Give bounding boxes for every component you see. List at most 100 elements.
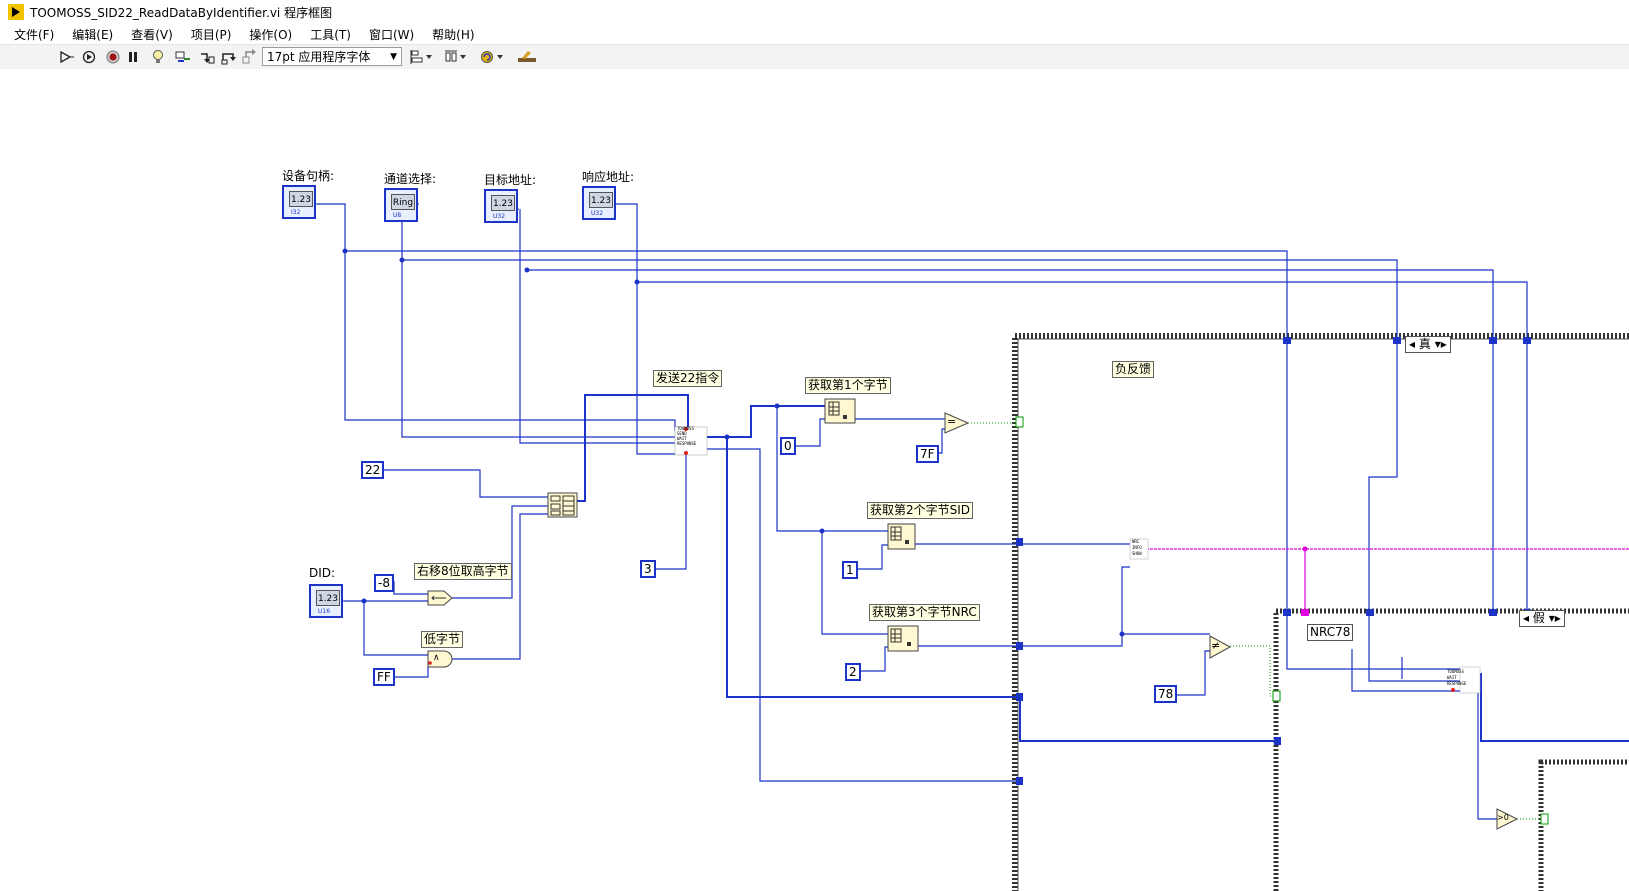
terminal-response: RESPONSE xyxy=(677,441,697,446)
menu-edit[interactable]: 编辑(E) xyxy=(72,26,113,43)
string-tunnel xyxy=(1301,609,1309,616)
label-response-address: 响应地址: xyxy=(582,170,635,184)
clean-up-diagram-icon[interactable] xyxy=(516,48,538,66)
constant-22[interactable]: 22 xyxy=(361,461,385,479)
menu-operate[interactable]: 操作(O) xyxy=(249,26,292,43)
font-select-value: 17pt 应用程序字体 xyxy=(267,50,371,64)
index-array-node-3[interactable] xyxy=(887,625,919,652)
channel-select-control[interactable]: Ring U8 xyxy=(384,188,418,222)
run-continuously-icon[interactable] xyxy=(80,48,98,66)
note-negative-feedback: 负反馈 xyxy=(1112,361,1155,378)
type-badge: U8 xyxy=(393,212,402,219)
index-array-node-1[interactable] xyxy=(824,398,856,424)
constant-78[interactable]: 78 xyxy=(1154,685,1178,703)
menu-view[interactable]: 查看(V) xyxy=(131,26,173,43)
numeric-display: 1.23 xyxy=(589,192,613,208)
boolean-wires xyxy=(968,422,1545,820)
block-diagram-canvas[interactable]: 设备句柄: 1.23 I32 通道选择: Ring U8 目标地址: 1.23 … xyxy=(0,69,1629,891)
abort-icon[interactable] xyxy=(104,48,122,66)
note-get-byte2: 获取第2个字节SID xyxy=(867,502,974,519)
target-address-control[interactable]: 1.23 U32 xyxy=(484,189,518,223)
distribute-objects-icon[interactable] xyxy=(444,48,468,66)
note-get-byte3: 获取第3个字节NRC xyxy=(869,604,980,621)
menu-project[interactable]: 项目(P) xyxy=(191,26,232,43)
numeric-display: 1.23 xyxy=(289,191,313,207)
run-icon[interactable] xyxy=(58,48,76,66)
note-shift-right: 右移8位取高字节 xyxy=(414,563,512,580)
terminal-show: SHOW xyxy=(1132,551,1142,556)
and-glyph: ∧ xyxy=(433,653,440,663)
wire-layer xyxy=(313,200,1629,891)
label-channel-select: 通道选择: xyxy=(384,172,437,186)
label-device-handle: 设备句柄: xyxy=(282,169,335,183)
menu-tools[interactable]: 工具(T) xyxy=(310,26,351,43)
step-over-icon[interactable] xyxy=(220,48,238,66)
nrc-terminal-labels: NRC INFO SHOW xyxy=(1132,539,1142,557)
case-selector-value: 假 xyxy=(1532,611,1545,625)
menu-window[interactable]: 窗口(W) xyxy=(369,26,414,43)
labview-vi-icon xyxy=(8,4,24,20)
note-nrc78: NRC78 xyxy=(1307,624,1354,641)
and-node[interactable] xyxy=(427,650,453,668)
highlight-execution-icon[interactable] xyxy=(149,48,167,66)
pause-icon[interactable] xyxy=(124,48,142,66)
font-select[interactable]: 17pt 应用程序字体 ▼ xyxy=(262,47,402,66)
device-handle-control[interactable]: 1.23 I32 xyxy=(282,185,316,219)
numeric-display: 1.23 xyxy=(316,590,340,606)
chevron-left-icon[interactable]: ◂ xyxy=(1523,611,1529,625)
align-objects-icon[interactable] xyxy=(410,48,434,66)
terminal-arrows xyxy=(313,200,615,605)
type-badge: I32 xyxy=(291,209,301,216)
note-low-byte: 低字节 xyxy=(421,631,464,648)
terminal-response: RESPONSE xyxy=(1447,681,1467,686)
constant-neg8[interactable]: -8 xyxy=(374,574,394,592)
response-address-control[interactable]: 1.23 U32 xyxy=(582,186,616,220)
chevron-down-icon: ▼ xyxy=(390,52,397,62)
greater-zero-glyph: >0 xyxy=(1497,813,1509,822)
equal-glyph: = xyxy=(947,415,957,428)
case-structure-inner[interactable] xyxy=(1273,608,1629,891)
case-selector-outer[interactable]: ◂ 真 ▾▸ xyxy=(1405,336,1451,353)
chevron-left-icon[interactable]: ◂ xyxy=(1409,337,1415,351)
inner-subvi-terminal-labels: TOOMOSS WAIT RESPONSE xyxy=(1447,669,1466,687)
chevron-down-icon[interactable]: ▾▸ xyxy=(1549,611,1561,625)
constant-2[interactable]: 2 xyxy=(845,663,861,681)
subvi-terminal-labels: TOOMOSS SEND WAIT RESPONSE xyxy=(677,426,696,446)
case-selector-value: 真 xyxy=(1418,337,1431,351)
did-control[interactable]: 1.23 U16 xyxy=(309,584,343,618)
retain-wire-values-icon[interactable] xyxy=(174,48,192,66)
title-bar: TOOMOSS_SID22_ReadDataByIdentifier.vi 程序… xyxy=(0,0,1629,24)
build-array-node[interactable] xyxy=(547,492,578,518)
constant-0[interactable]: 0 xyxy=(780,437,796,455)
reorder-icon[interactable] xyxy=(480,48,506,66)
menu-help[interactable]: 帮助(H) xyxy=(432,26,474,43)
constant-3[interactable]: 3 xyxy=(640,560,656,578)
note-get-byte1: 获取第1个字节 xyxy=(805,377,891,394)
chevron-down-icon[interactable]: ▾▸ xyxy=(1435,337,1447,351)
constant-1[interactable]: 1 xyxy=(842,561,858,579)
bool-tunnel-2 xyxy=(1272,690,1281,702)
type-badge: U16 xyxy=(318,608,331,615)
window-title: TOOMOSS_SID22_ReadDataByIdentifier.vi 程序… xyxy=(30,5,333,20)
case-selector-inner[interactable]: ◂ 假 ▾▸ xyxy=(1519,610,1565,627)
label-did: DID: xyxy=(309,566,336,580)
constant-7f[interactable]: 7F xyxy=(916,445,939,463)
constant-ff[interactable]: FF xyxy=(373,668,395,686)
menu-file[interactable]: 文件(F) xyxy=(14,26,54,43)
type-badge: U32 xyxy=(493,213,506,220)
index-array-node-2[interactable] xyxy=(887,523,916,550)
not-equal-glyph: ≠ xyxy=(1211,639,1221,652)
step-out-icon[interactable] xyxy=(240,48,258,66)
step-into-icon[interactable] xyxy=(198,48,216,66)
menu-bar: 文件(F) 编辑(E) 查看(V) 项目(P) 操作(O) 工具(T) 窗口(W… xyxy=(0,24,1629,44)
logical-shift-node[interactable] xyxy=(427,590,453,606)
ring-display: Ring xyxy=(391,194,415,210)
bool-tunnel xyxy=(1015,416,1024,428)
type-badge: U32 xyxy=(591,210,604,217)
numeric-display: 1.23 xyxy=(491,195,515,211)
note-send22: 发送22指令 xyxy=(653,370,723,387)
case-structure-nested[interactable] xyxy=(1538,759,1629,891)
toolbar: 17pt 应用程序字体 ▼ xyxy=(0,44,1629,70)
label-target-address: 目标地址: xyxy=(484,173,537,187)
bool-tunnel-3 xyxy=(1540,813,1549,825)
